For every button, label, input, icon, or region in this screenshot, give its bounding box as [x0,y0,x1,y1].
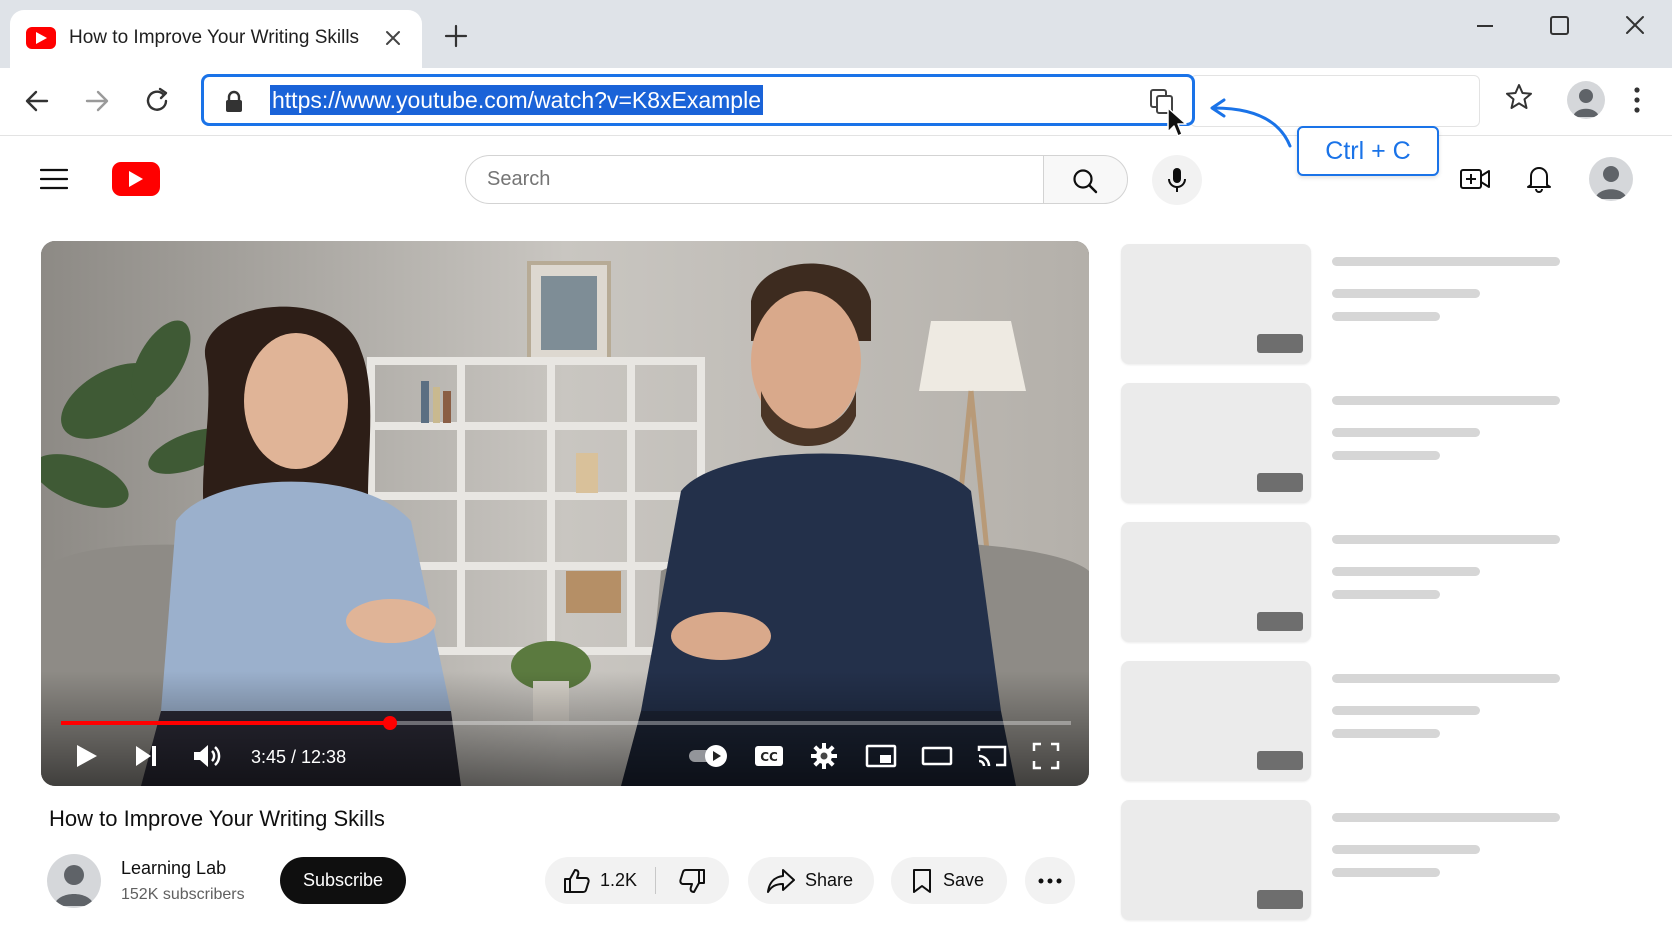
minimize-icon[interactable] [1467,12,1503,40]
share-button[interactable]: Share [748,857,874,904]
save-button[interactable]: Save [891,857,1007,904]
theater-icon[interactable] [921,741,953,771]
search-button[interactable] [1043,155,1128,204]
save-icon [913,869,931,893]
play-icon[interactable] [71,741,101,771]
close-window-icon[interactable] [1617,12,1653,40]
title-line-placeholder [1332,674,1560,683]
title-line-placeholder [1332,257,1560,266]
youtube-favicon [26,27,56,49]
duration-badge-placeholder [1257,890,1303,909]
new-tab-plus-icon[interactable] [442,22,470,50]
bell-icon[interactable] [1526,163,1552,193]
more-icon [1038,878,1062,884]
star-icon[interactable] [1504,82,1534,112]
volume-icon[interactable] [191,741,223,771]
meta-line-placeholder [1332,289,1480,298]
share-icon [767,869,795,893]
keyboard-shortcut-callout: Ctrl + C [1297,126,1439,176]
search-input[interactable]: Search [465,155,1045,204]
title-line-placeholder [1332,535,1560,544]
url-text-selected[interactable]: https://www.youtube.com/watch?v=K8xExamp… [270,85,763,115]
recommendation-thumbnail-placeholder[interactable] [1121,661,1311,781]
close-tab-icon[interactable] [380,25,406,51]
meta-line-placeholder [1332,428,1480,437]
browser-tab-strip: How to Improve Your Writing Skills [0,0,1672,68]
meta-line-placeholder [1332,312,1440,321]
meta-line-placeholder [1332,567,1480,576]
progress-played [61,721,391,725]
duration-badge-placeholder [1257,751,1303,770]
meta-line-placeholder [1332,590,1440,599]
meta-line-placeholder [1332,729,1440,738]
duration-badge-placeholder [1257,612,1303,631]
settings-icon[interactable] [809,741,839,771]
save-label: Save [943,870,985,890]
search-placeholder: Search [487,168,551,190]
annotation-arrow [1200,96,1300,156]
recommendation-thumbnail-placeholder[interactable] [1121,244,1311,364]
duration-badge-placeholder [1257,334,1303,353]
forward-icon[interactable] [80,84,114,118]
svg-text:CC: CC [760,750,778,764]
video-title: How to Improve Your Writing Skills [49,806,385,831]
maximize-icon[interactable] [1541,12,1577,40]
account-avatar[interactable] [1589,157,1633,201]
like-divider [655,867,656,894]
autoplay-toggle[interactable] [687,741,731,771]
time-display: 3:45 / 12:38 [251,747,347,767]
browser-tab[interactable]: How to Improve Your Writing Skills [10,10,422,68]
profile-icon[interactable] [1567,81,1605,119]
meta-line-placeholder [1332,451,1440,460]
voice-search-button[interactable] [1152,155,1202,205]
cc-icon[interactable]: CC [753,741,785,771]
video-player[interactable]: 3:45 / 12:38 CC [41,241,1089,786]
subscriber-count: 152K subscribers [121,886,245,903]
progress-bar[interactable] [61,716,1071,730]
cast-icon[interactable] [976,741,1008,771]
mouse-cursor-icon [1166,106,1188,138]
search-icon [1073,169,1098,194]
title-line-placeholder [1332,813,1560,822]
title-line-placeholder [1332,396,1560,405]
address-bar[interactable]: https://www.youtube.com/watch?v=K8xExamp… [201,74,1195,126]
recommendation-thumbnail-placeholder[interactable] [1121,383,1311,503]
more-actions-button[interactable] [1025,857,1075,904]
miniplayer-icon[interactable] [865,741,897,771]
duration-badge-placeholder [1257,473,1303,492]
like-dislike-group: 1.2K [545,857,729,904]
channel-avatar[interactable] [47,854,101,908]
hamburger-icon[interactable] [40,168,68,190]
kebab-icon[interactable] [1630,85,1644,115]
recommendation-thumbnail-placeholder[interactable] [1121,522,1311,642]
meta-line-placeholder [1332,706,1480,715]
like-icon[interactable] [563,868,591,894]
next-icon[interactable] [131,741,161,771]
share-label: Share [805,870,854,890]
meta-line-placeholder [1332,845,1480,854]
recommendation-thumbnail-placeholder[interactable] [1121,800,1311,920]
dislike-icon[interactable] [678,868,706,894]
reload-icon[interactable] [140,84,174,118]
lock-icon[interactable] [224,90,244,114]
create-icon[interactable] [1459,166,1491,192]
mic-icon [1168,168,1186,192]
fullscreen-icon[interactable] [1031,741,1061,771]
tab-title: How to Improve Your Writing Skills [69,27,360,48]
back-icon[interactable] [20,84,54,118]
meta-line-placeholder [1332,868,1440,877]
like-count[interactable]: 1.2K [600,870,637,891]
channel-name[interactable]: Learning Lab [121,858,226,879]
youtube-logo[interactable] [112,162,160,196]
subscribe-button[interactable]: Subscribe [280,857,406,904]
